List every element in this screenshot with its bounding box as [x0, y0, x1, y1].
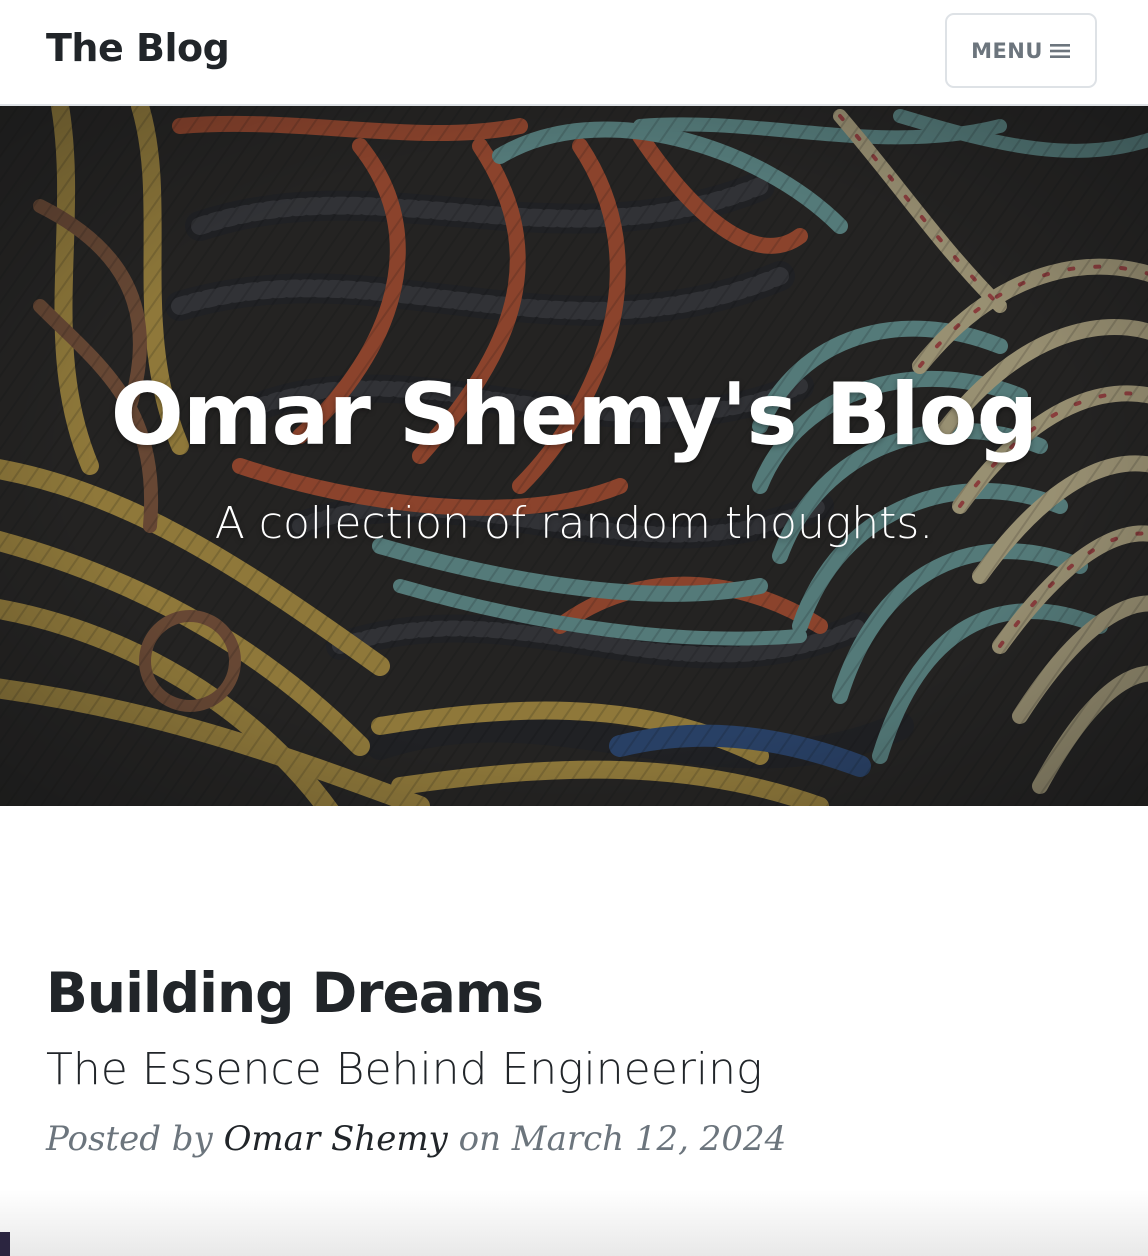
post-link[interactable]: Building Dreams The Essence Behind Engin…	[46, 960, 1046, 1097]
navbar: The Blog MENU	[0, 0, 1148, 106]
menu-button-label: MENU	[971, 38, 1043, 63]
brand-link[interactable]: The Blog	[46, 26, 230, 72]
hamburger-icon	[1049, 43, 1070, 58]
menu-button[interactable]: MENU	[945, 13, 1097, 88]
post-author-link[interactable]: Omar Shemy	[224, 1119, 448, 1159]
bottom-fade	[0, 1190, 1148, 1256]
post-preview: Building Dreams The Essence Behind Engin…	[46, 960, 1046, 1194]
window-corner	[0, 1232, 10, 1256]
post-meta-on: on	[458, 1118, 501, 1159]
post-meta-prefix: Posted by	[46, 1118, 213, 1159]
post-meta: Posted by Omar Shemy on March 12, 2024	[46, 1119, 1046, 1160]
post-title: Building Dreams	[46, 961, 544, 1025]
masthead: Omar Shemy's Blog A collection of random…	[0, 106, 1148, 806]
post-date: March 12, 2024	[511, 1118, 787, 1159]
site-subtitle: A collection of random thoughts.	[214, 498, 934, 549]
site-title: Omar Shemy's Blog	[110, 365, 1038, 465]
post-subtitle: The Essence Behind Engineering	[46, 1044, 763, 1095]
